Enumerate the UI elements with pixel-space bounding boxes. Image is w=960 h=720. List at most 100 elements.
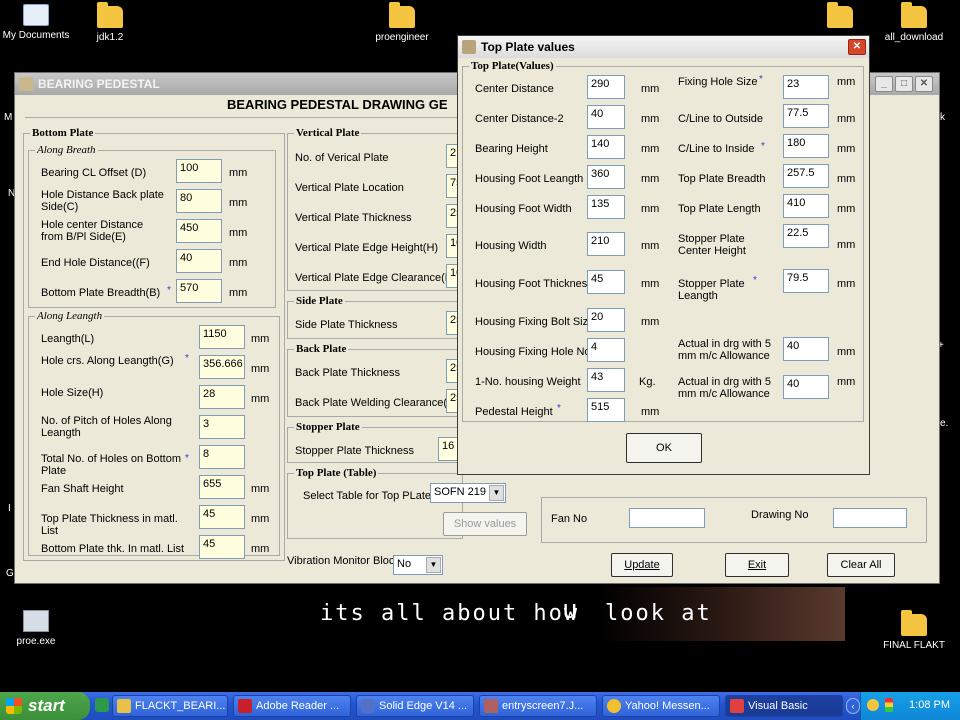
vertical-plate-edge-clearance-label: Vertical Plate Edge Clearance(L): [295, 272, 455, 284]
ok-button[interactable]: OK: [626, 433, 702, 463]
exit-button[interactable]: Exit: [725, 553, 789, 577]
side-plate-thickness-label: Side Plate Thickness: [295, 319, 398, 331]
dialog-titlebar[interactable]: Top Plate values ✕: [458, 36, 869, 58]
cline-to-inside-input[interactable]: 180: [783, 134, 829, 158]
cline-to-outside-input[interactable]: 77.5: [783, 104, 829, 128]
bottom-plate-thk-matl-input[interactable]: 45: [199, 535, 245, 559]
cline-to-outside-label: C/Line to Outside: [678, 113, 763, 125]
hole-distance-back-plate-input[interactable]: 80: [176, 189, 222, 213]
housing-foot-leangth-input[interactable]: 360: [587, 165, 625, 189]
top-plate-values-dialog: Top Plate values ✕ Top Plate(Values) Cen…: [457, 35, 870, 475]
leangth-input[interactable]: 1150: [199, 325, 245, 349]
actual-drg-allowance-2-input[interactable]: 40: [783, 375, 829, 399]
pedestal-height-label: Pedestal Height: [475, 406, 553, 418]
top-plate-breadth-input[interactable]: 257.5: [783, 164, 829, 188]
desktop-icon-proe-exe[interactable]: proe.exe: [0, 610, 76, 647]
taskbar-item[interactable]: Solid Edge V14 ...: [356, 695, 474, 717]
update-button[interactable]: Update: [611, 553, 673, 577]
bottom-plate-title: Bottom Plate: [30, 127, 96, 139]
minimize-button[interactable]: _: [875, 76, 893, 92]
center-distance-input[interactable]: 290: [587, 75, 625, 99]
back-plate-welding-clearance-label: Back Plate Welding Clearance(A): [295, 397, 459, 409]
start-label: start: [28, 696, 65, 715]
bearing-cl-offset-input[interactable]: 100: [176, 159, 222, 183]
desktop-icon-jdk[interactable]: jdk1.2: [70, 2, 150, 43]
top-plate-thickness-matl-label: Top Plate Thickness in matl. List: [41, 513, 178, 537]
hole-distance-back-plate-label: Hole Distance Back plate Side(C): [41, 189, 164, 213]
vertical-plate-title: Vertical Plate: [294, 127, 362, 139]
stopper-plate-leangth-input[interactable]: 79.5: [783, 269, 829, 293]
housing-fixing-bolt-size-input[interactable]: 20: [587, 308, 625, 332]
housing-width-input[interactable]: 210: [587, 232, 625, 256]
top-plate-thickness-matl-input[interactable]: 45: [199, 505, 245, 529]
housing-foot-leangth-label: Housing Foot Leangth: [475, 173, 584, 185]
start-button[interactable]: start: [0, 692, 90, 720]
quick-launch-icon[interactable]: [95, 698, 109, 712]
desktop-icon-folder[interactable]: [800, 2, 880, 32]
unit-mm: mm: [837, 376, 856, 388]
bottom-plate-breadth-input[interactable]: 570: [176, 279, 222, 303]
unit-mm: mm: [641, 278, 660, 290]
unit-mm: mm: [251, 543, 270, 555]
folder-icon: [901, 2, 927, 28]
along-length-title: Along Leangth: [35, 310, 105, 322]
total-no-of-holes-input[interactable]: 8: [199, 445, 245, 469]
housing-foot-thickness-input[interactable]: 45: [587, 270, 625, 294]
desktop-icon-all-download[interactable]: all_download: [874, 2, 954, 43]
taskbar-item[interactable]: FLACKT_BEARI...: [112, 695, 228, 717]
folder-icon: [97, 2, 123, 28]
vibration-monitor-select[interactable]: No ▼: [393, 555, 443, 575]
unit-mm: mm: [837, 143, 856, 155]
top-plate-table-select[interactable]: SOFN 219 ▼: [430, 483, 506, 503]
hole-crs-along-leangth-input[interactable]: 356.666: [199, 355, 245, 379]
chevron-down-icon[interactable]: ▼: [489, 485, 504, 501]
stopper-plate-center-height-input[interactable]: 22.5: [783, 224, 829, 248]
folder-icon: [901, 610, 927, 636]
housing-weight-input[interactable]: 43: [587, 368, 625, 392]
taskbar-item[interactable]: Visual Basic: [725, 695, 843, 717]
pedestal-height-input[interactable]: 515: [587, 398, 625, 422]
desktop-icon-final-flakt[interactable]: FINAL FLAKT: [874, 610, 954, 651]
unit-mm: mm: [641, 203, 660, 215]
center-distance-2-input[interactable]: 40: [587, 105, 625, 129]
taskbar-item[interactable]: Adobe Reader ...: [233, 695, 351, 717]
taskbar-scroll-icon[interactable]: ‹: [846, 698, 860, 714]
show-values-button[interactable]: Show values: [443, 512, 527, 536]
housing-fixing-hole-nos-input[interactable]: 4: [587, 338, 625, 362]
desktop-icon-proengineer[interactable]: proengineer: [362, 2, 442, 43]
top-plate-breadth-label: Top Plate Breadth: [678, 173, 766, 185]
traffic-light-icon[interactable]: [885, 698, 893, 712]
fan-no-input[interactable]: [629, 508, 705, 528]
chevron-down-icon[interactable]: ▼: [426, 557, 441, 573]
fixing-hole-size-input[interactable]: 23: [783, 75, 829, 99]
taskbar-item[interactable]: entryscreen7.J...: [479, 695, 597, 717]
actual-drg-allowance-input[interactable]: 40: [783, 337, 829, 361]
close-button[interactable]: ✕: [915, 76, 933, 92]
close-button[interactable]: ✕: [848, 39, 866, 55]
maximize-button[interactable]: □: [895, 76, 913, 92]
housing-foot-width-input[interactable]: 135: [587, 195, 625, 219]
heading-divider: [25, 117, 459, 118]
hole-center-distance-input[interactable]: 450: [176, 219, 222, 243]
unit-mm: mm: [229, 227, 248, 239]
bearing-height-input[interactable]: 140: [587, 135, 625, 159]
top-plate-length-input[interactable]: 410: [783, 194, 829, 218]
hole-size-input[interactable]: 28: [199, 385, 245, 409]
drawing-no-input[interactable]: [833, 508, 907, 528]
folder-icon: [827, 2, 853, 28]
clear-all-button[interactable]: Clear All: [827, 553, 895, 577]
hole-size-label: Hole Size(H): [41, 387, 104, 399]
leangth-label: Leangth(L): [41, 333, 95, 345]
smiley-icon[interactable]: [867, 699, 879, 711]
fan-shaft-height-input[interactable]: 655: [199, 475, 245, 499]
folder-icon: [389, 2, 415, 28]
side-plate-title: Side Plate: [294, 295, 345, 307]
no-of-pitch-input[interactable]: 3: [199, 415, 245, 439]
taskbar-item[interactable]: Yahoo! Messen...: [602, 695, 720, 717]
end-hole-distance-label: End Hole Distance((F): [41, 257, 150, 269]
unit-mm: mm: [641, 316, 660, 328]
end-hole-distance-input[interactable]: 40: [176, 249, 222, 273]
required-marker: *: [557, 403, 561, 414]
desktop-icon-label: proengineer: [375, 32, 429, 43]
desktop-icon-my-documents[interactable]: My Documents: [0, 4, 76, 41]
